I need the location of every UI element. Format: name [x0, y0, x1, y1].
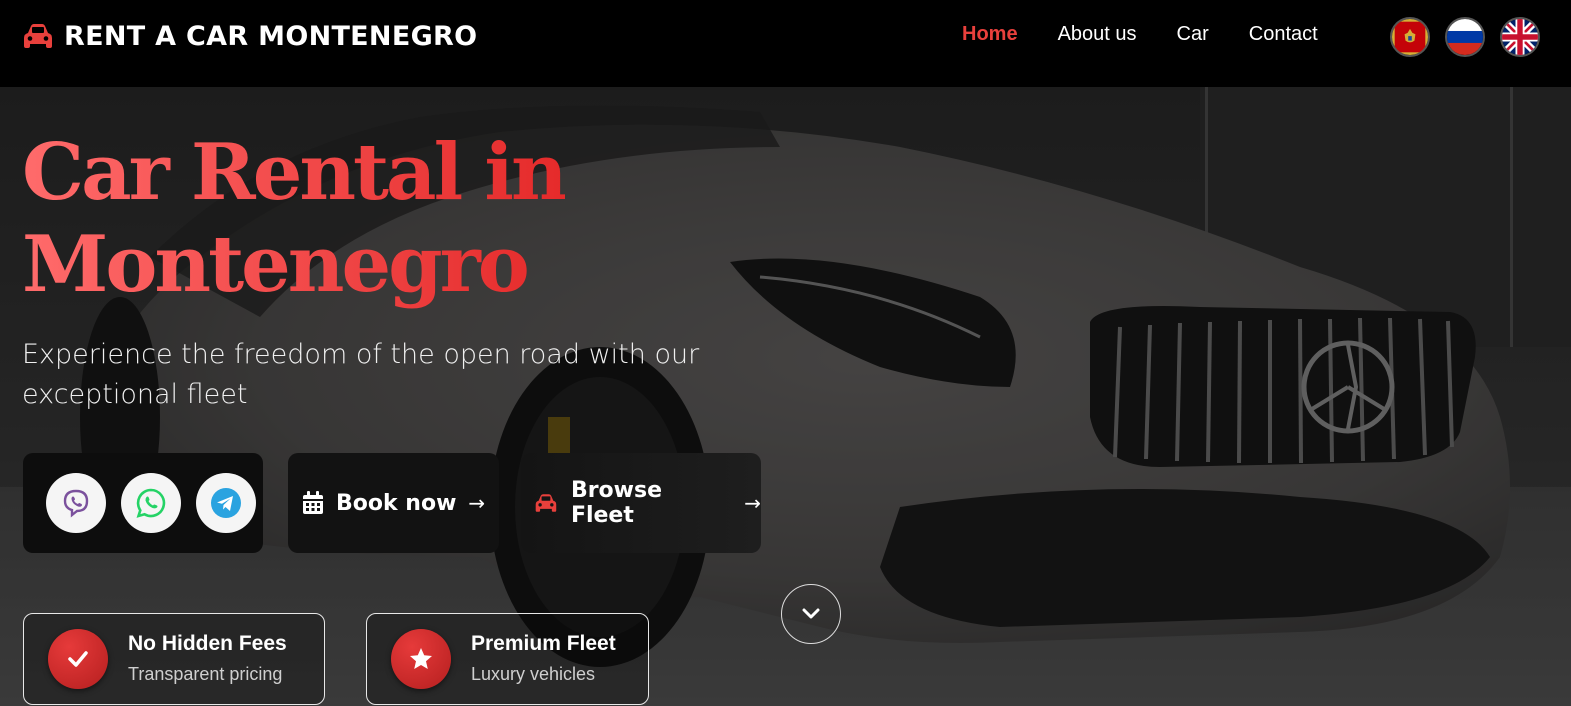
whatsapp-icon [136, 488, 166, 518]
hero-title: Car Rental in Montenegro [22, 127, 568, 311]
feature-title: Premium Fleet [471, 632, 616, 655]
russia-flag-icon[interactable] [1445, 17, 1485, 57]
viber-button[interactable] [46, 473, 106, 533]
telegram-icon [211, 488, 241, 518]
check-icon [68, 651, 88, 667]
nav-contact[interactable]: Contact [1249, 23, 1318, 46]
whatsapp-button[interactable] [121, 473, 181, 533]
feature-description: Transparent pricing [128, 664, 283, 684]
car-icon [535, 494, 557, 512]
hero-title-line1: Car Rental in [22, 127, 568, 218]
star-icon [410, 648, 432, 669]
nav-home[interactable]: Home [962, 23, 1018, 46]
telegram-button[interactable] [196, 473, 256, 533]
uk-flag-icon[interactable] [1500, 17, 1540, 57]
book-now-label: Book now [336, 490, 457, 516]
nav-car[interactable]: Car [1177, 23, 1209, 46]
chevron-down-icon [802, 608, 820, 619]
hero-section: Car Rental in Montenegro Experience the … [0, 87, 1571, 706]
browse-fleet-label: Browse Fleet [570, 478, 663, 528]
feature-description: Luxury vehicles [471, 664, 596, 684]
language-switcher [1390, 17, 1540, 57]
nav-about-us[interactable]: About us [1058, 23, 1137, 46]
brand-logo[interactable]: RENT A CAR MONTENEGRO [22, 18, 477, 54]
feature-title: No Hidden Fees [128, 632, 287, 655]
brand-name: RENT A CAR MONTENEGRO [64, 20, 478, 52]
site-header: RENT A CAR MONTENEGRO Home About us Car … [0, 0, 1571, 87]
feature-premium-fleet: Premium Fleet Luxury vehicles [366, 613, 649, 705]
arrow-right-icon: → [744, 491, 761, 515]
hero-title-line2: Montenegro [22, 219, 565, 311]
star-badge [391, 629, 451, 689]
arrow-right-icon: → [468, 491, 486, 515]
messenger-buttons [23, 453, 263, 553]
montenegro-flag-icon[interactable] [1390, 17, 1430, 57]
scroll-down-button[interactable] [781, 584, 841, 644]
car-icon [24, 24, 52, 48]
book-now-button[interactable]: Book now → [288, 453, 499, 553]
check-badge [48, 629, 108, 689]
calendar-icon [303, 491, 323, 514]
hero-subtitle: Experience the freedom of the open road … [22, 339, 700, 410]
main-nav: Home About us Car Contact [962, 23, 1318, 46]
viber-icon [63, 489, 89, 518]
feature-no-hidden-fees: No Hidden Fees Transparent pricing [23, 613, 325, 705]
browse-fleet-button[interactable]: Browse Fleet → [521, 453, 761, 553]
